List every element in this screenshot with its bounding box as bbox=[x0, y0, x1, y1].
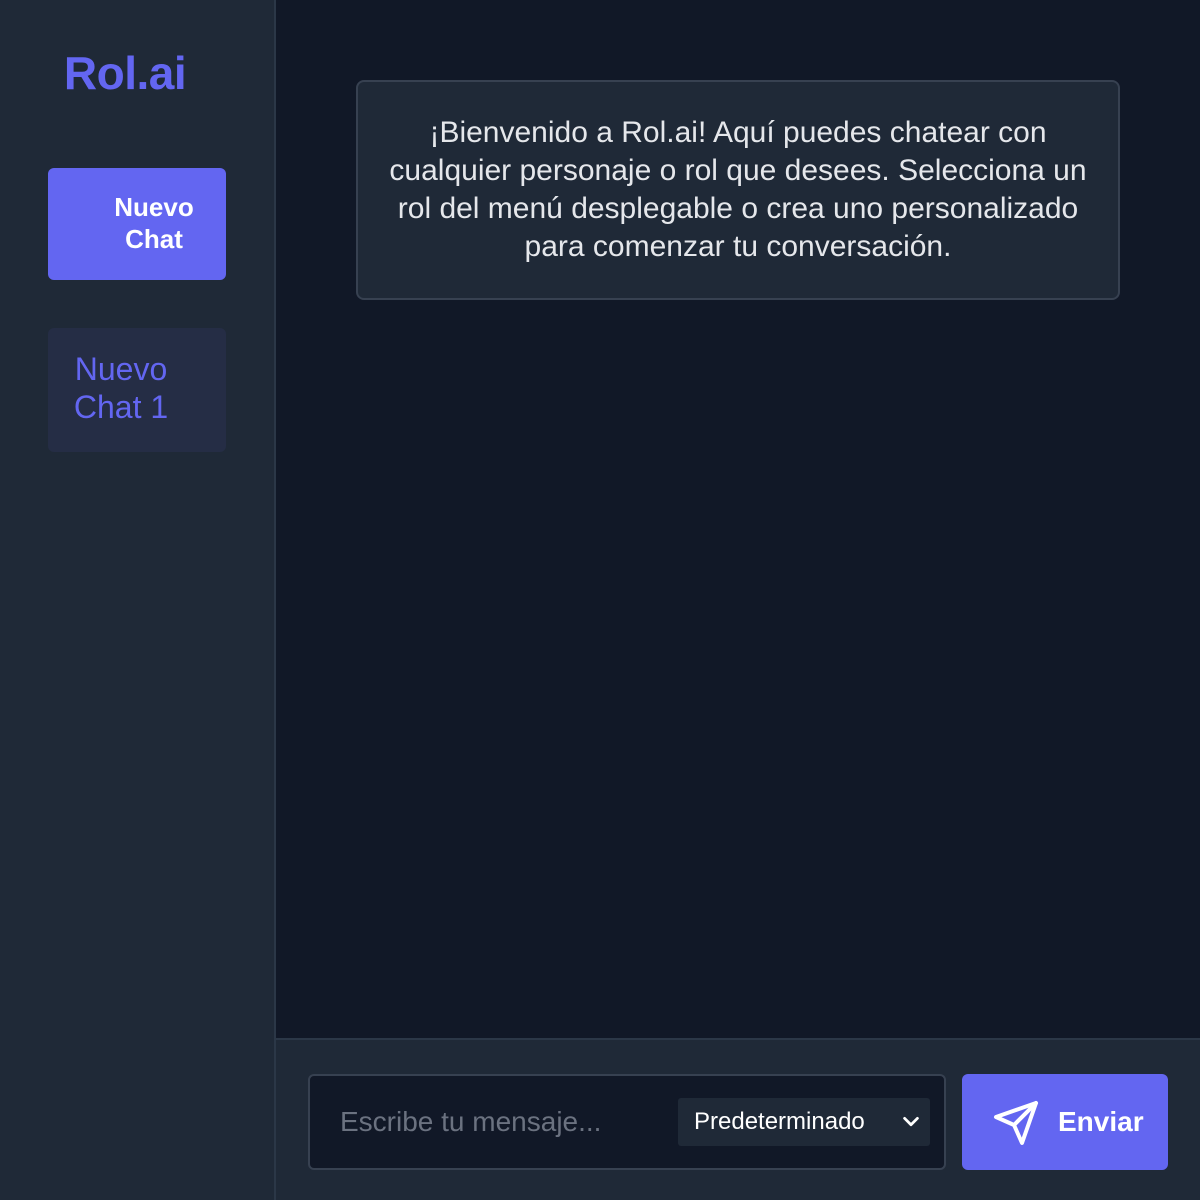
role-select-value: Predeterminado bbox=[694, 1108, 865, 1135]
app-logo: Rol.ai bbox=[63, 47, 187, 99]
new-chat-button[interactable]: Nuevo Chat bbox=[48, 168, 226, 280]
sidebar: Rol.ai Nuevo Chat Nuevo Chat 1 bbox=[0, 0, 276, 1200]
chat-list-item[interactable]: Nuevo Chat 1 bbox=[48, 328, 226, 452]
send-button[interactable]: Enviar bbox=[962, 1074, 1168, 1170]
app-window: Rol.ai Nuevo Chat Nuevo Chat 1 ¡Bienveni… bbox=[0, 0, 1200, 1200]
chat-area: ¡Bienvenido a Rol.ai! Aquí puedes chatea… bbox=[276, 0, 1200, 1038]
role-select[interactable]: Predeterminado bbox=[678, 1098, 930, 1146]
composer-box: Predeterminado bbox=[308, 1074, 946, 1170]
welcome-message: ¡Bienvenido a Rol.ai! Aquí puedes chatea… bbox=[356, 80, 1120, 300]
composer-bar: Predeterminado Enviar bbox=[276, 1038, 1200, 1200]
chevron-down-icon bbox=[903, 1116, 919, 1127]
message-input[interactable] bbox=[324, 1092, 664, 1152]
send-button-label: Enviar bbox=[1058, 1106, 1144, 1137]
paper-plane-icon bbox=[994, 1101, 1038, 1145]
